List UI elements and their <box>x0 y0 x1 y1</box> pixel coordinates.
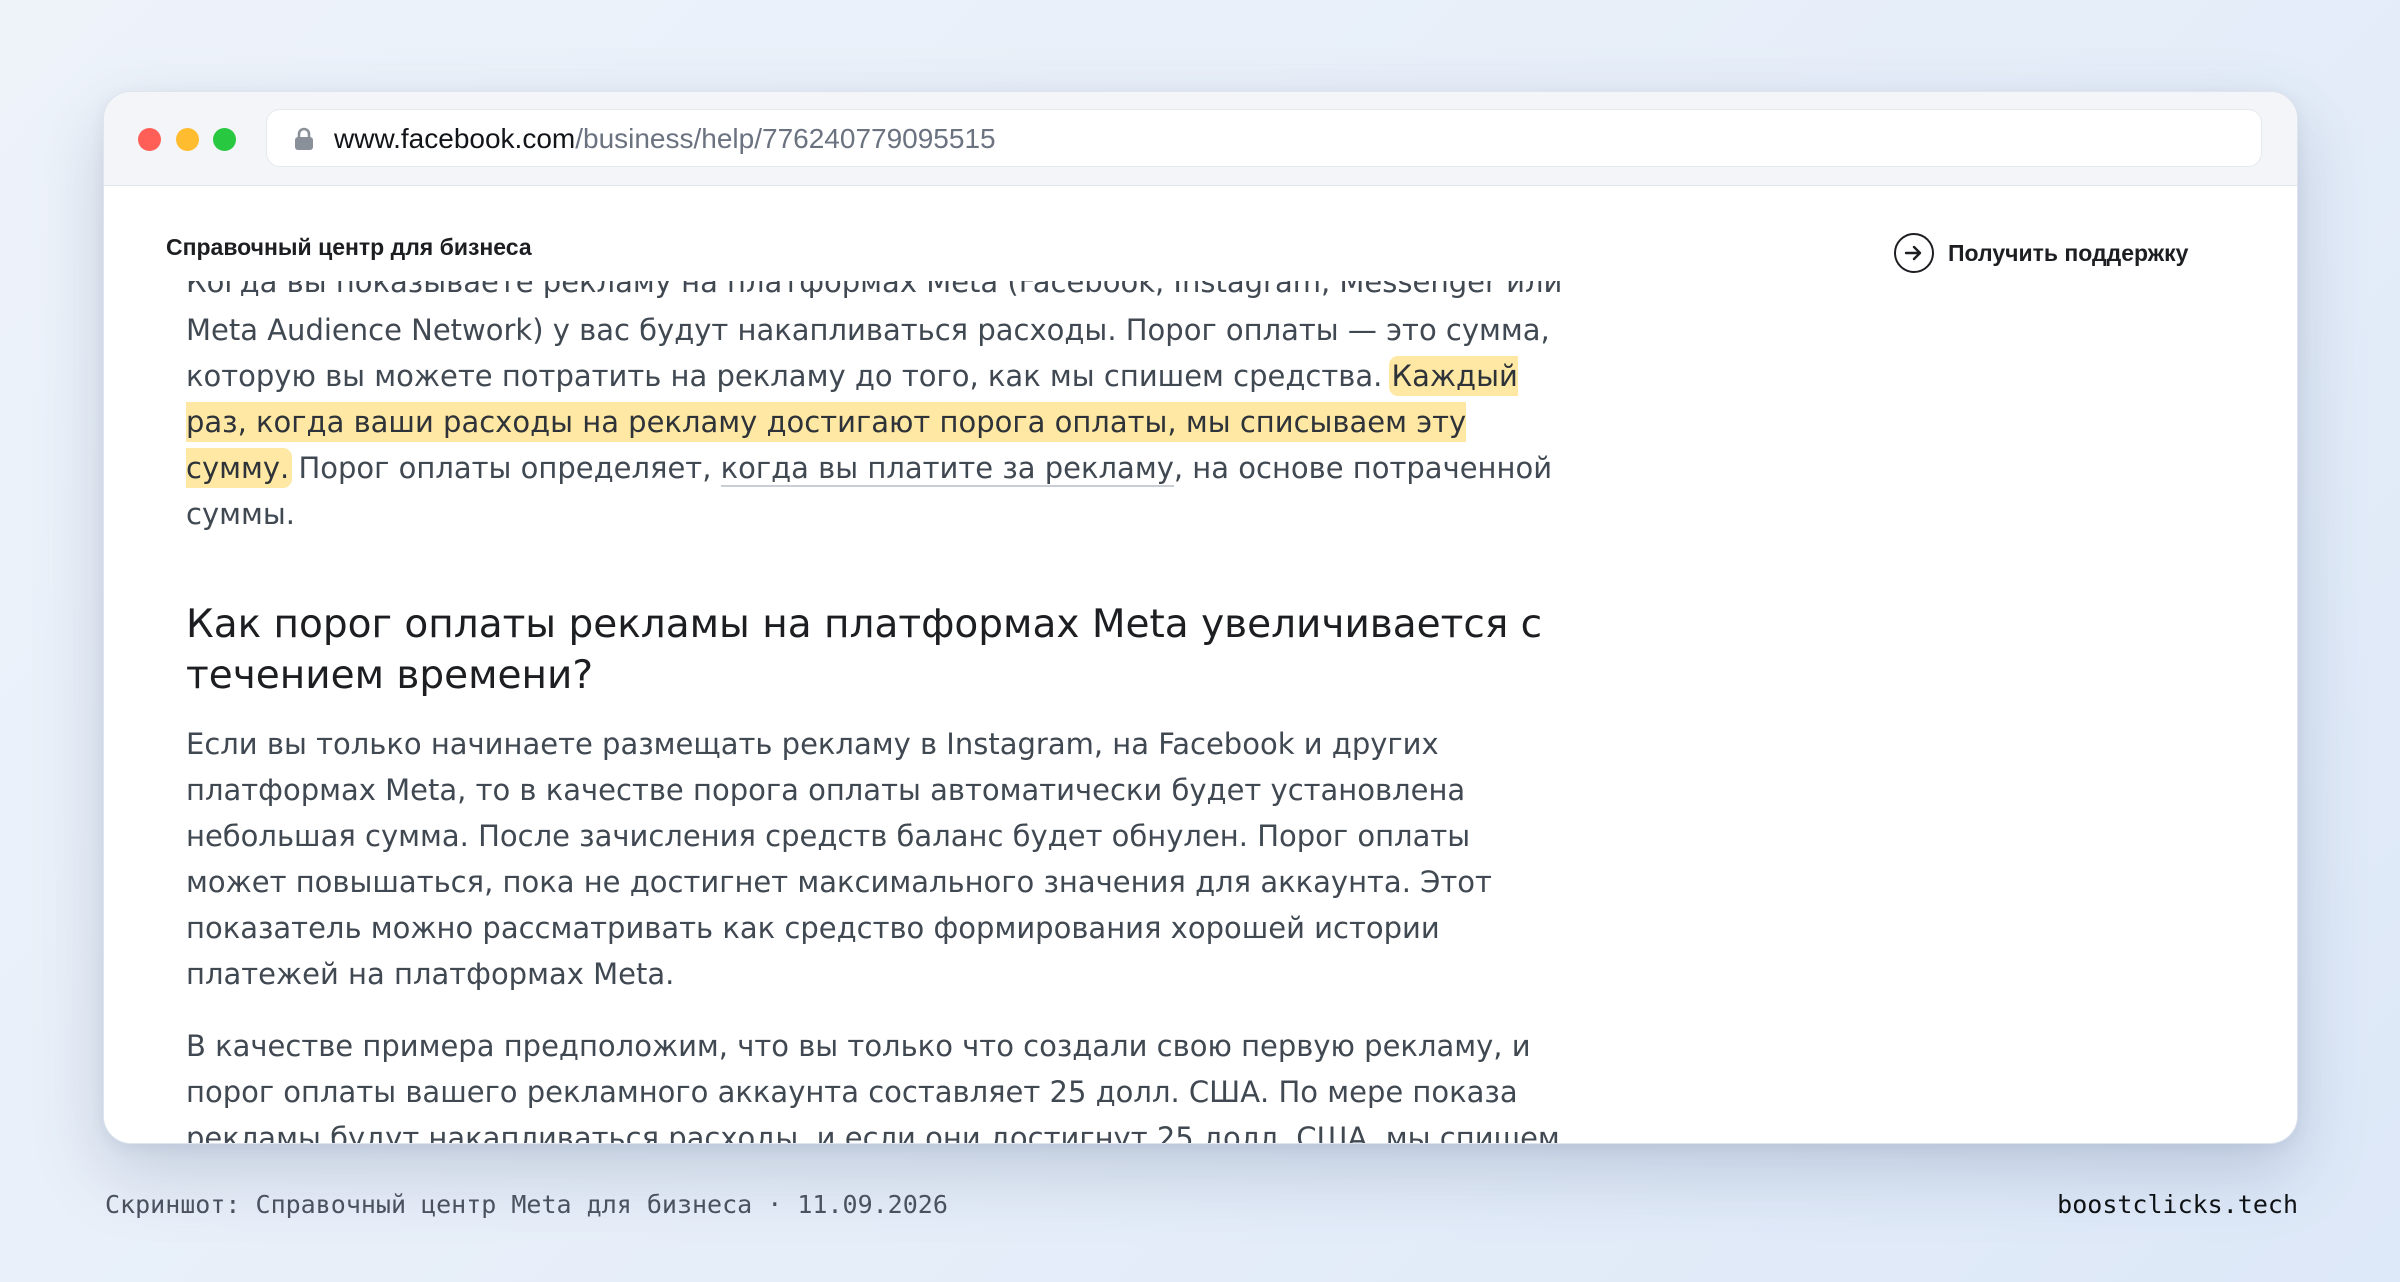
arrow-right-circle-icon <box>1894 233 1934 273</box>
lock-icon <box>295 127 313 150</box>
screenshot-caption: Скриншот: Справочный центр Meta для бизн… <box>105 1190 948 1219</box>
address-text[interactable]: www.facebook.com/business/help/776240779… <box>334 122 996 156</box>
maximize-window-button[interactable] <box>213 128 236 151</box>
intro-paragraph: Meta Audience Network) у вас будут накап… <box>186 313 1553 531</box>
brand-label: boostclicks.tech <box>2057 1190 2298 1219</box>
close-window-button[interactable] <box>138 128 161 151</box>
url-path: /business/help/776240779095515 <box>575 123 996 154</box>
address-bar[interactable]: www.facebook.com/business/help/776240779… <box>266 109 2262 167</box>
support-label: Получить поддержку <box>1948 239 2189 266</box>
minimize-window-button[interactable] <box>176 128 199 151</box>
browser-window: www.facebook.com/business/help/776240779… <box>103 91 2298 1144</box>
browser-titlebar: www.facebook.com/business/help/776240779… <box>104 92 2297 186</box>
url-host: www.facebook.com <box>334 123 576 154</box>
paragraph-3: В качестве примера предположим, что вы т… <box>186 1029 1560 1144</box>
article-body: Когда вы показываете рекламу на платформ… <box>186 281 1566 1144</box>
paragraph-2: Если вы только начинаете размещать рекла… <box>186 727 1492 991</box>
section-heading: Как порог оплаты рекламы на платформах M… <box>186 602 1543 698</box>
link-when-you-pay[interactable]: когда вы платите за рекламу <box>720 451 1174 487</box>
clipped-text-line: Когда вы показываете рекламу на платформ… <box>186 281 1566 299</box>
get-support-button[interactable]: Получить поддержку <box>1894 233 2188 273</box>
site-title[interactable]: Справочный центр для бизнеса <box>166 234 532 261</box>
